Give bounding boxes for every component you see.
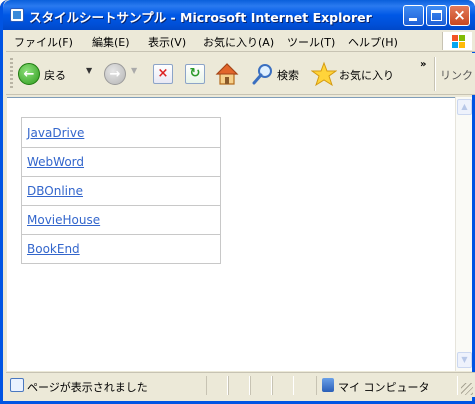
list-item: MovieHouse: [22, 205, 220, 234]
status-pane: [206, 376, 228, 395]
toolbar-grip[interactable]: [10, 58, 13, 90]
window-frame: スタイルシートサンプル - Microsoft Internet Explore…: [0, 0, 475, 404]
browser-window: スタイルシートサンプル - Microsoft Internet Explore…: [0, 0, 475, 404]
status-pane: [272, 376, 294, 395]
windows-logo-icon: [442, 32, 472, 50]
link-dbonline[interactable]: DBOnline: [27, 184, 83, 198]
close-button[interactable]: ×: [449, 5, 470, 26]
resize-grip-icon[interactable]: [461, 383, 473, 395]
scroll-up-button[interactable]: ▲: [457, 99, 472, 115]
arrow-left-icon: ←: [23, 67, 35, 82]
home-button[interactable]: [215, 62, 239, 86]
list-item: DBOnline: [22, 176, 220, 205]
menu-tools[interactable]: ツール(T): [287, 34, 335, 50]
link-moviehouse[interactable]: MovieHouse: [27, 213, 100, 227]
vertical-scrollbar[interactable]: ▲ ▼: [455, 97, 472, 371]
minimize-button[interactable]: [403, 5, 424, 26]
link-javadrive[interactable]: JavaDrive: [27, 126, 84, 140]
back-label[interactable]: 戻る: [44, 67, 66, 83]
page-done-icon: [10, 378, 24, 392]
security-zone-text: マイ コンピュータ: [338, 381, 430, 394]
maximize-button[interactable]: [426, 5, 447, 26]
status-pane: [250, 376, 272, 395]
menu-edit[interactable]: 編集(E): [92, 34, 130, 50]
computer-zone-icon: [322, 378, 334, 392]
page-content: JavaDrive WebWord DBOnline MovieHouse Bo…: [7, 97, 455, 371]
toolbar-chevron-icon[interactable]: »: [420, 59, 426, 70]
favorites-label[interactable]: お気に入り: [339, 67, 394, 83]
link-list: JavaDrive WebWord DBOnline MovieHouse Bo…: [21, 117, 221, 264]
scroll-down-button[interactable]: ▼: [457, 352, 472, 368]
standard-toolbar: ← 戻る ▼ → ▼ × ↻ 検索 お気に入り » リンク: [6, 53, 475, 95]
list-item: WebWord: [22, 147, 220, 176]
stop-icon: ×: [157, 66, 169, 81]
menu-file[interactable]: ファイル(F): [14, 34, 73, 50]
chevron-up-icon: ▲: [461, 102, 468, 111]
menu-view[interactable]: 表示(V): [148, 34, 186, 50]
status-pane: [228, 376, 250, 395]
back-button[interactable]: ←: [18, 63, 40, 85]
link-bookend[interactable]: BookEnd: [27, 242, 80, 256]
search-icon[interactable]: [252, 63, 274, 85]
menu-help[interactable]: ヘルプ(H): [348, 34, 398, 50]
refresh-button[interactable]: ↻: [185, 64, 205, 84]
favorites-star-icon[interactable]: [311, 61, 337, 87]
status-text: ページが表示されました: [27, 381, 148, 394]
refresh-icon: ↻: [189, 66, 201, 81]
minimize-icon: [409, 18, 417, 21]
ie-page-icon: [10, 8, 24, 22]
arrow-right-icon: →: [109, 67, 121, 82]
close-icon: ×: [453, 6, 466, 24]
status-bar: ページが表示されました マイ コンピュータ: [6, 372, 475, 397]
menu-bar: ファイル(F) 編集(E) 表示(V) お気に入り(A) ツール(T) ヘルプ(…: [6, 30, 475, 52]
title-bar[interactable]: スタイルシートサンプル - Microsoft Internet Explore…: [3, 0, 475, 30]
back-dropdown-icon[interactable]: ▼: [86, 66, 92, 75]
forward-button[interactable]: →: [104, 63, 126, 85]
window-title: スタイルシートサンプル - Microsoft Internet Explore…: [29, 10, 372, 25]
chevron-down-icon: ▼: [461, 355, 468, 364]
stop-button[interactable]: ×: [153, 64, 173, 84]
menu-favorites[interactable]: お気に入り(A): [203, 34, 274, 50]
toolbar-separator: [434, 57, 436, 91]
links-label[interactable]: リンク: [440, 67, 473, 83]
list-item: BookEnd: [22, 234, 220, 263]
search-label[interactable]: 検索: [277, 67, 299, 83]
list-item: JavaDrive: [22, 118, 220, 147]
maximize-icon: [431, 10, 442, 21]
forward-dropdown-icon[interactable]: ▼: [131, 66, 137, 75]
link-webword[interactable]: WebWord: [27, 155, 84, 169]
